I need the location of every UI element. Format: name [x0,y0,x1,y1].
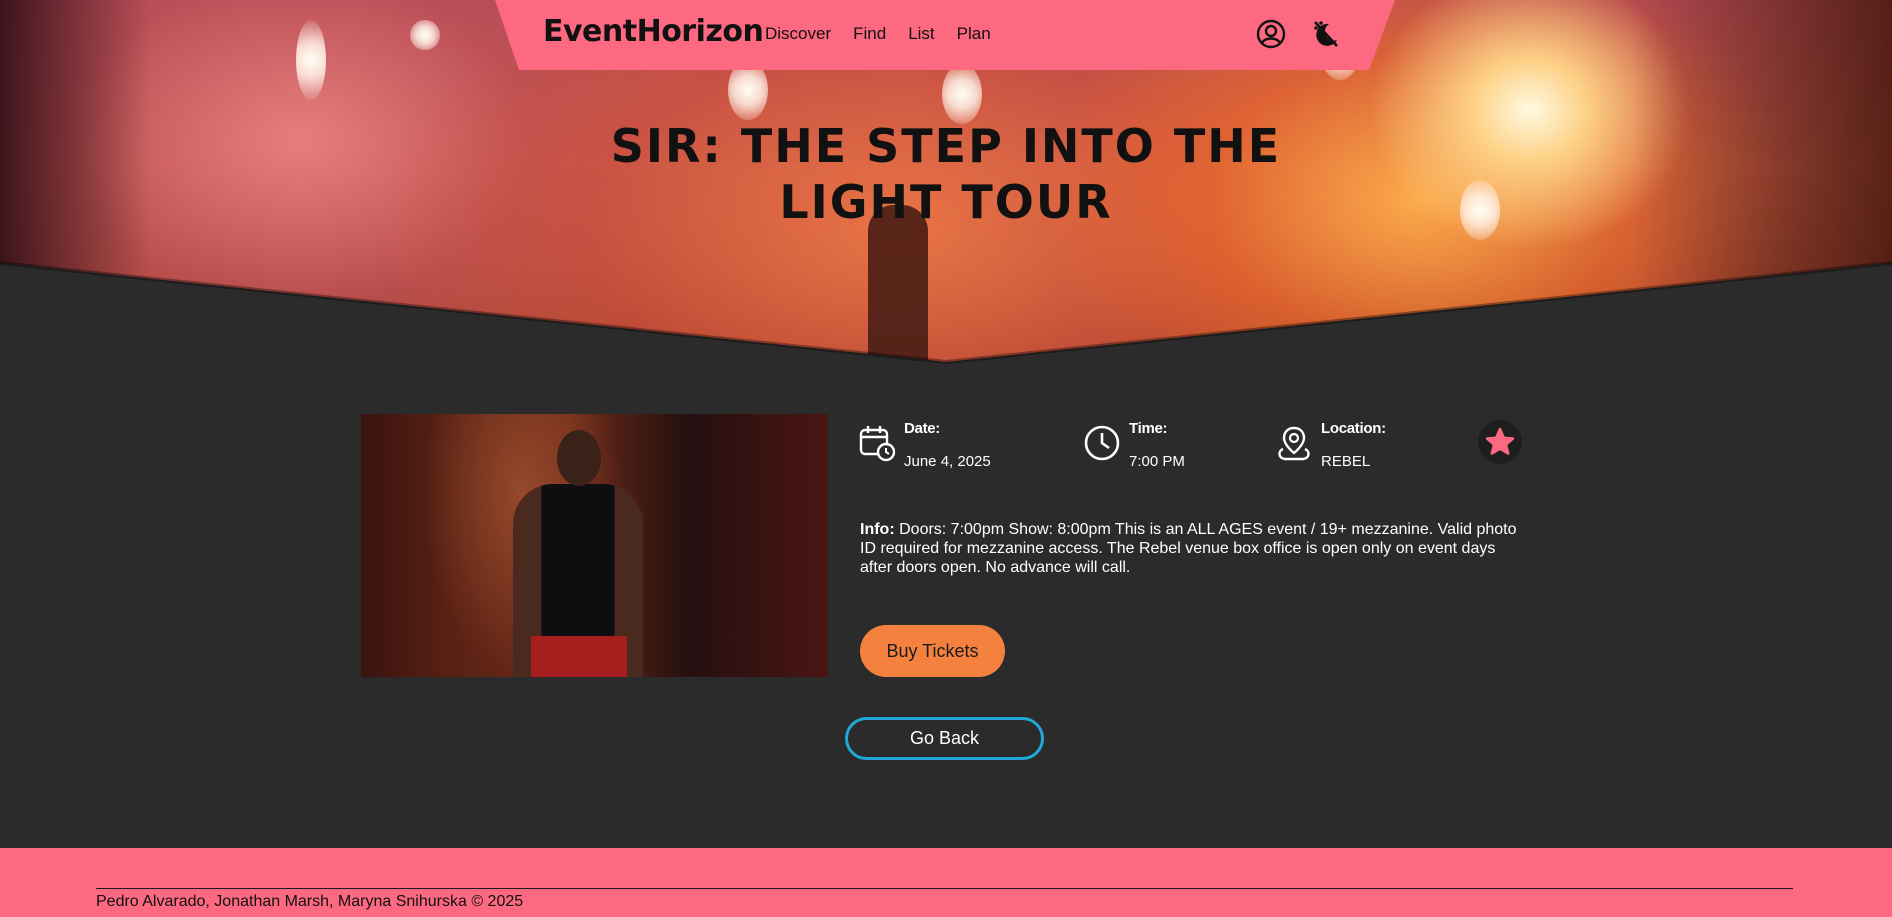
info-label: Info: [860,521,895,538]
nav-link-plan[interactable]: Plan [957,24,991,44]
event-poster-image [361,414,828,677]
event-title: SIR: THE STEP INTO THE LIGHT TOUR [610,119,1282,229]
event-location: Location: REBEL [1321,420,1386,470]
star-icon [1485,427,1515,455]
theme-toggle-icon[interactable] [1309,18,1341,50]
date-value: June 4, 2025 [904,453,991,470]
time-label: Time: [1129,420,1168,437]
top-navbar: EventHorizon Discover Find List Plan [495,0,1395,70]
event-time: Time: 7:00 PM [1129,420,1185,470]
footer-credits: Pedro Alvarado, Jonathan Marsh, Maryna S… [96,893,524,910]
footer: Pedro Alvarado, Jonathan Marsh, Maryna S… [0,848,1892,917]
date-label: Date: [904,420,941,437]
nav-link-find[interactable]: Find [853,24,886,44]
nav-links: Discover Find List Plan [765,24,991,44]
brand-logo[interactable]: EventHorizon [543,14,764,49]
event-info: Info: Doors: 7:00pm Show: 8:00pm This is… [860,520,1525,577]
calendar-icon [859,426,896,462]
poster-artist-head [557,430,601,486]
event-page: EventHorizon Discover Find List Plan SIR… [0,0,1892,917]
clock-icon [1084,425,1120,461]
map-pin-icon [1278,426,1310,461]
event-date: Date: June 4, 2025 [904,420,991,470]
favorite-button[interactable] [1478,420,1522,464]
time-value: 7:00 PM [1129,453,1185,470]
go-back-button[interactable]: Go Back [845,717,1044,760]
location-label: Location: [1321,420,1386,437]
nav-link-discover[interactable]: Discover [765,24,831,44]
buy-tickets-button[interactable]: Buy Tickets [860,625,1005,677]
footer-divider [96,888,1793,889]
poster-artist-pants [531,636,627,677]
nav-link-list[interactable]: List [908,24,934,44]
location-value: REBEL [1321,453,1371,470]
info-text: Doors: 7:00pm Show: 8:00pm This is an AL… [860,521,1517,576]
user-profile-icon[interactable] [1255,18,1287,50]
